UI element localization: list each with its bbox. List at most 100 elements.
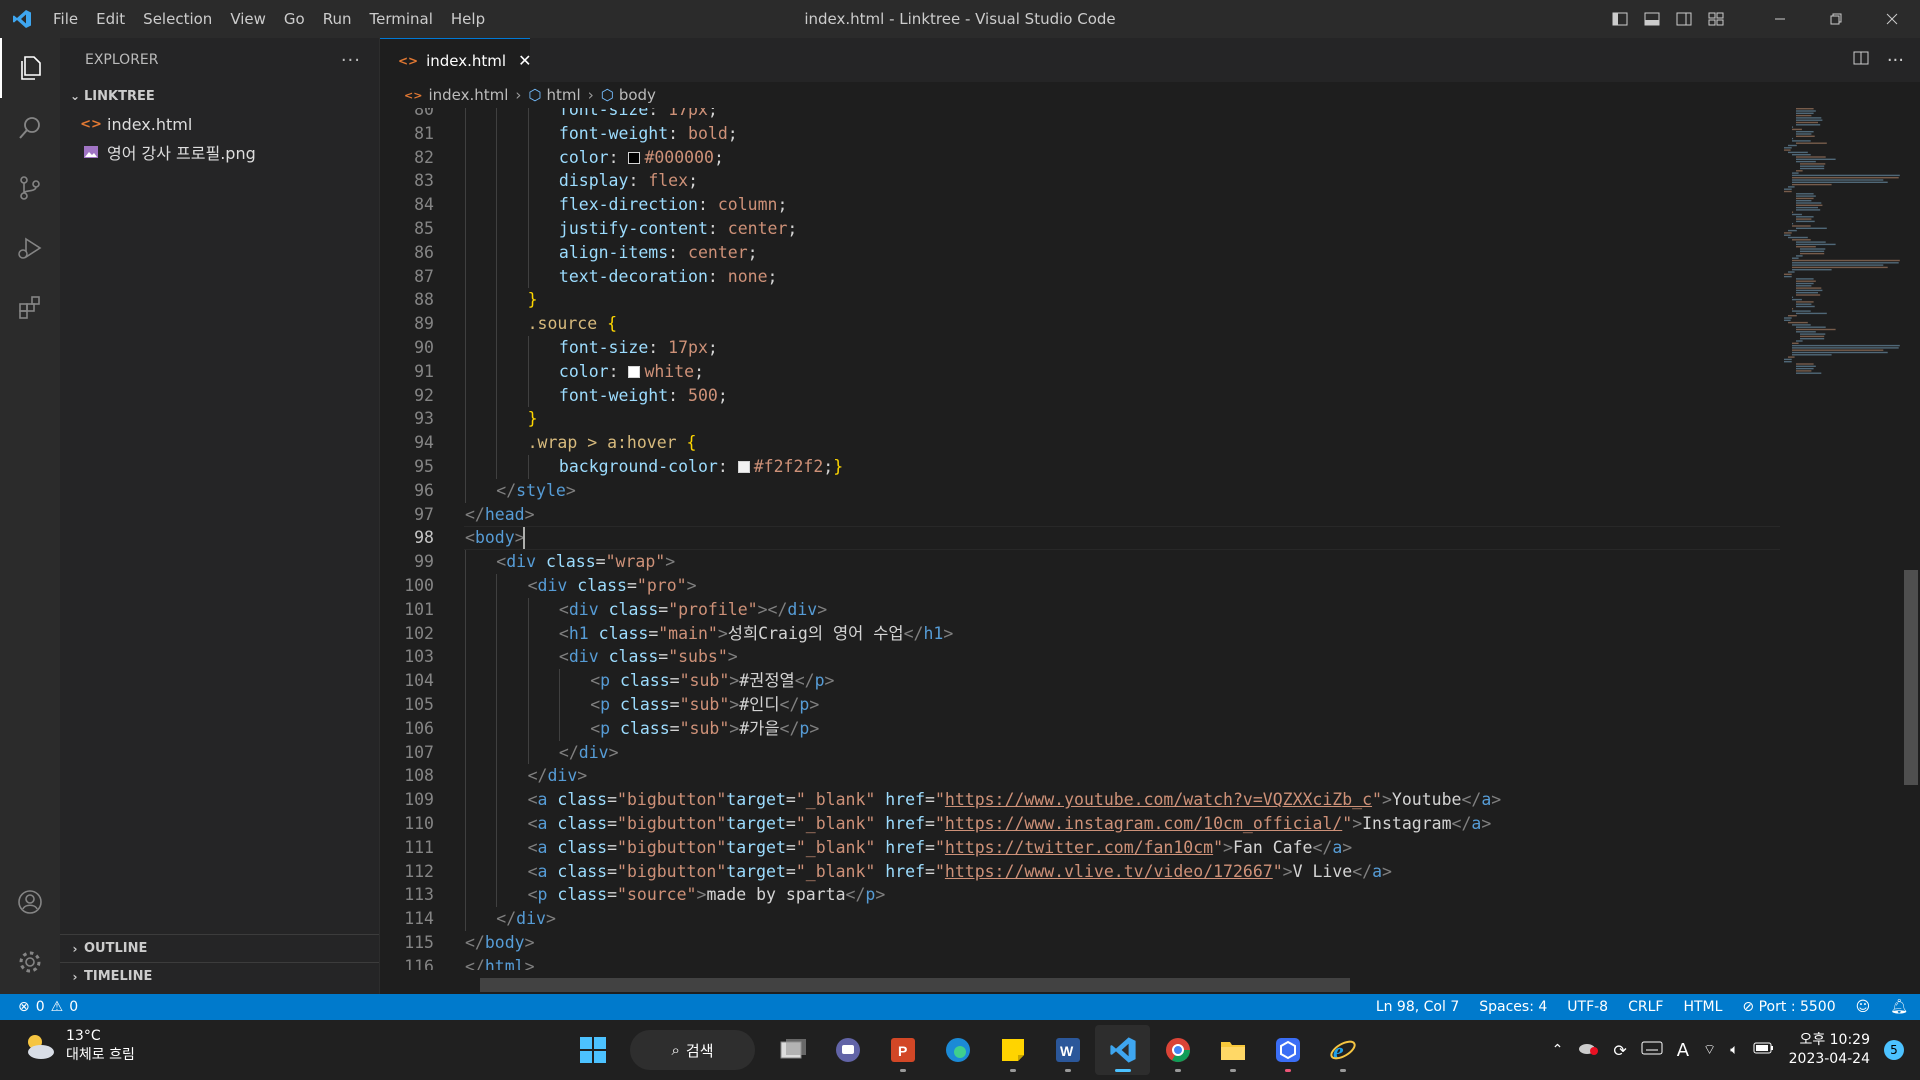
file-index-html[interactable]: <> index.html — [60, 110, 379, 138]
code-line[interactable]: 82 color: #000000; — [380, 145, 1780, 170]
code-line[interactable]: 88} — [380, 288, 1780, 313]
url-link[interactable]: https://www.vlive.tv/video/172667 — [945, 862, 1273, 881]
code-line[interactable]: 97 </head> — [380, 503, 1780, 527]
code-line[interactable]: 113 <p class="source">made by sparta</p> — [380, 883, 1780, 908]
accounts-icon[interactable] — [0, 872, 60, 932]
color-swatch[interactable] — [628, 151, 641, 164]
vscode-app-icon[interactable] — [1095, 1025, 1150, 1075]
breadcrumb-html[interactable]: html — [547, 86, 581, 104]
folder-linktree[interactable]: ⌄ LINKTREE — [60, 82, 379, 110]
line-ending[interactable]: CRLF — [1628, 999, 1663, 1015]
code-line[interactable]: 91 color: white; — [380, 359, 1780, 384]
code-line[interactable]: 84 flex-direction: column; — [380, 193, 1780, 217]
code-line[interactable]: 89 .source { — [380, 312, 1780, 336]
clock[interactable]: 오후 10:29 2023-04-24 — [1789, 1031, 1870, 1069]
start-button[interactable] — [565, 1025, 620, 1075]
code-line[interactable]: 86 align-items: center; — [380, 240, 1780, 265]
vertical-scrollbar[interactable] — [1904, 570, 1918, 785]
settings-gear-icon[interactable] — [0, 932, 60, 992]
menu-edit[interactable]: Edit — [87, 0, 134, 38]
taskbar-search[interactable]: ⌕ 검색 — [630, 1030, 755, 1070]
code-line[interactable]: 108 </div> — [380, 764, 1780, 789]
explorer-icon[interactable] — [0, 38, 60, 98]
close-tab-icon[interactable]: ✕ — [518, 51, 531, 70]
color-swatch[interactable] — [628, 365, 641, 378]
code-line[interactable]: 94 .wrap > a:hover { — [380, 431, 1780, 455]
horizontal-scrollbar[interactable] — [480, 978, 1350, 992]
menu-selection[interactable]: Selection — [134, 0, 221, 38]
file-explorer-icon[interactable] — [1205, 1025, 1260, 1075]
volume-icon[interactable]: 🔈︎ — [1730, 1042, 1738, 1058]
notification-badge[interactable]: 5 — [1884, 1040, 1904, 1060]
code-line[interactable]: 92 font-weight: 500; — [380, 383, 1780, 408]
chrome-icon[interactable] — [1150, 1025, 1205, 1075]
url-link[interactable]: https://www.youtube.com/watch?v=VQZXXciZ… — [945, 790, 1372, 809]
split-editor-icon[interactable] — [1853, 50, 1869, 70]
menu-view[interactable]: View — [221, 0, 275, 38]
code-editor[interactable]: 80 font-size: 17px; 81 font-weight: bold; 82… — [380, 108, 1780, 970]
outline-section[interactable]: › OUTLINE — [60, 934, 379, 962]
more-actions-icon[interactable]: ··· — [341, 50, 361, 71]
code-line[interactable]: 83 display: flex; — [380, 169, 1780, 194]
task-view-icon[interactable] — [765, 1025, 820, 1075]
code-line[interactable]: 110 <a class="bigbutton"target="_blank" h… — [380, 812, 1780, 836]
extensions-icon[interactable] — [0, 278, 60, 338]
timeline-section[interactable]: › TIMELINE — [60, 962, 379, 990]
sticky-notes-icon[interactable] — [985, 1025, 1040, 1075]
toggle-secondary-sidebar-icon[interactable] — [1668, 0, 1700, 38]
menu-go[interactable]: Go — [275, 0, 314, 38]
code-line[interactable]: 106 <p class="sub">#가을</p> — [380, 716, 1780, 741]
code-line[interactable]: 103 <div class="subs"> — [380, 645, 1780, 670]
chevron-up-icon[interactable]: ⌃ — [1552, 1042, 1564, 1058]
cursor-position[interactable]: Ln 98, Col 7 — [1376, 999, 1459, 1015]
onedrive-error-icon[interactable] — [1577, 1040, 1599, 1060]
code-line[interactable]: 81 font-weight: bold; — [380, 121, 1780, 146]
live-server-port[interactable]: ⊘ Port : 5500 — [1742, 999, 1835, 1015]
ime-mode-icon[interactable]: A — [1677, 1040, 1689, 1061]
code-line[interactable]: 87 text-decoration: none; — [380, 264, 1780, 289]
code-line[interactable]: 90 font-size: 17px; — [380, 336, 1780, 360]
app-hexagon-icon[interactable] — [1260, 1025, 1315, 1075]
internet-explorer-icon[interactable]: e — [1315, 1025, 1370, 1075]
notifications-bell-icon[interactable]: 🔔︎ — [1890, 999, 1908, 1015]
minimap[interactable] — [1782, 108, 1906, 378]
file-profile-png[interactable]: 영어 강사 프로필.png — [60, 138, 379, 166]
code-line[interactable]: 96 </style> — [380, 478, 1780, 503]
code-line[interactable]: 105 <p class="sub">#인디</p> — [380, 693, 1780, 717]
powerpoint-icon[interactable]: P — [875, 1025, 930, 1075]
breadcrumb-file[interactable]: index.html — [428, 86, 508, 104]
code-line[interactable]: 93} — [380, 407, 1780, 432]
search-icon[interactable] — [0, 98, 60, 158]
source-control-icon[interactable] — [0, 158, 60, 218]
language-mode[interactable]: HTML — [1683, 999, 1722, 1015]
indentation[interactable]: Spaces: 4 — [1479, 999, 1547, 1015]
code-line[interactable]: 115 </body> — [380, 931, 1780, 955]
url-link[interactable]: https://www.instagram.com/10cm_official/ — [945, 814, 1342, 833]
code-line[interactable]: 99 <div class="wrap"> — [380, 550, 1780, 574]
code-line[interactable]: 114 </div> — [380, 907, 1780, 931]
code-line[interactable]: 107 </div> — [380, 740, 1780, 765]
battery-icon[interactable] — [1753, 1041, 1775, 1059]
code-line[interactable]: 116 </html> — [380, 955, 1780, 970]
code-line[interactable]: 100 <div class="pro"> — [380, 574, 1780, 598]
minimize-icon[interactable] — [1752, 0, 1808, 38]
code-line[interactable]: 80 font-size: 17px; — [380, 108, 1780, 122]
keyboard-icon[interactable] — [1641, 1041, 1663, 1059]
feedback-icon[interactable]: ☺ — [1856, 999, 1871, 1015]
menu-run[interactable]: Run — [314, 0, 361, 38]
url-link[interactable]: https://twitter.com/fan10cm — [945, 838, 1213, 857]
edge-browser-icon[interactable] — [930, 1025, 985, 1075]
menu-terminal[interactable]: Terminal — [361, 0, 442, 38]
teams-chat-icon[interactable] — [820, 1025, 875, 1075]
code-line[interactable]: 109 <a class="bigbutton"target="_blank" h… — [380, 788, 1780, 812]
code-line[interactable]: 112 <a class="bigbutton"target="_blank" h… — [380, 859, 1780, 884]
wifi-icon[interactable]: ⌔ — [1703, 1041, 1716, 1059]
code-line[interactable]: 102 <h1 class="main">성희Craig의 영어 수업</h1> — [380, 621, 1780, 646]
toggle-sidebar-icon[interactable] — [1604, 0, 1636, 38]
run-debug-icon[interactable] — [0, 218, 60, 278]
breadcrumb-body[interactable]: body — [619, 86, 656, 104]
code-line[interactable]: 111 <a class="bigbutton"target="_blank" h… — [380, 835, 1780, 860]
vscode-logo-icon[interactable] — [0, 0, 44, 38]
code-line[interactable]: 85 justify-content: center; — [380, 217, 1780, 241]
sync-icon[interactable]: ⟳ — [1613, 1041, 1626, 1060]
